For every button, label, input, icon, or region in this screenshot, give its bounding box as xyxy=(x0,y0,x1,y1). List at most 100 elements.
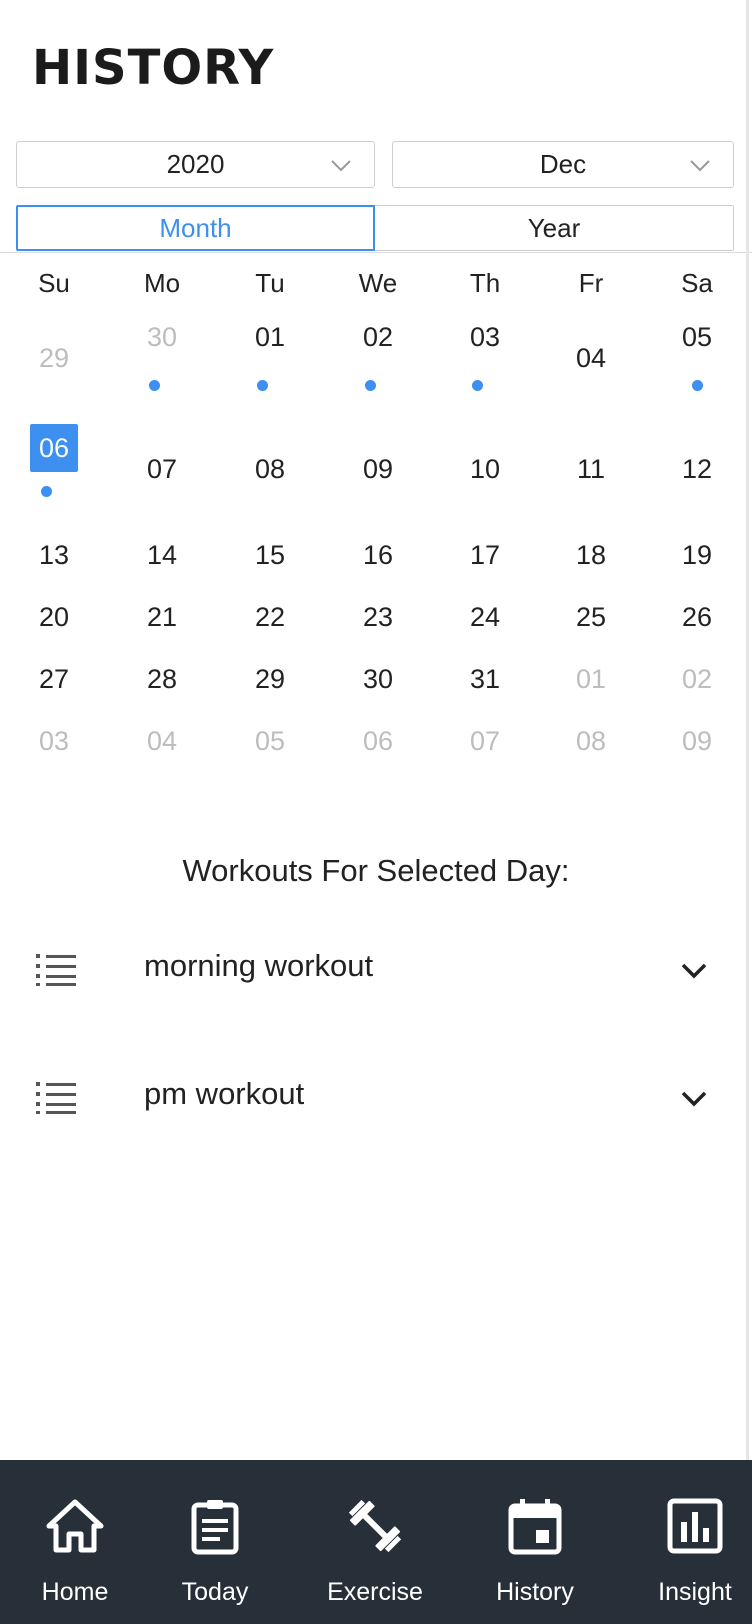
year-select[interactable]: 2020 xyxy=(16,141,375,188)
calendar-day[interactable]: 12 xyxy=(643,454,751,485)
tab-insight[interactable]: Insight xyxy=(620,1460,752,1624)
calendar-day-number: 02 xyxy=(681,664,713,694)
calendar-day-number: 01 xyxy=(254,322,286,352)
workout-label: pm workout xyxy=(144,1076,305,1111)
calendar-day-number: 29 xyxy=(38,343,70,373)
calendar-day[interactable]: 24 xyxy=(431,602,539,633)
calendar-day[interactable]: 26 xyxy=(643,602,751,633)
month-select[interactable]: Dec xyxy=(392,141,734,188)
tab-home[interactable]: Home xyxy=(0,1460,150,1624)
divider xyxy=(0,252,752,253)
calendar-day[interactable]: 28 xyxy=(108,664,216,695)
calendar-day[interactable]: 29 xyxy=(0,343,108,374)
calendar-icon xyxy=(508,1499,562,1555)
calendar-day[interactable]: 13 xyxy=(0,540,108,571)
calendar-day[interactable]: 27 xyxy=(0,664,108,695)
calendar-day[interactable]: 03 xyxy=(0,726,108,757)
workout-item[interactable]: pm workout xyxy=(0,1058,752,1138)
calendar-day-number: 21 xyxy=(146,602,178,632)
calendar-day[interactable]: 05 xyxy=(216,726,324,757)
workout-indicator-dot xyxy=(365,380,376,391)
weekday-header: Th xyxy=(469,268,501,298)
calendar-day-number: 30 xyxy=(362,664,394,694)
workout-indicator-dot xyxy=(472,380,483,391)
calendar-day-number: 17 xyxy=(469,540,501,570)
calendar-day-number: 08 xyxy=(254,454,286,484)
tab-today[interactable]: Today xyxy=(140,1460,290,1624)
calendar-day[interactable]: 03 xyxy=(431,322,539,353)
calendar-day[interactable]: 30 xyxy=(324,664,432,695)
workout-item[interactable]: morning workout xyxy=(0,930,752,1010)
calendar-day-number: 01 xyxy=(575,664,607,694)
calendar-day[interactable]: 15 xyxy=(216,540,324,571)
calendar-day[interactable]: 31 xyxy=(431,664,539,695)
calendar-day-number: 05 xyxy=(254,726,286,756)
calendar-day-number: 19 xyxy=(681,540,713,570)
calendar-day[interactable]: 21 xyxy=(108,602,216,633)
calendar-day-number: 09 xyxy=(681,726,713,756)
calendar-day-number: 05 xyxy=(681,322,713,352)
workout-label: morning workout xyxy=(144,948,374,983)
calendar-day-number: 25 xyxy=(575,602,607,632)
calendar-day[interactable]: 23 xyxy=(324,602,432,633)
calendar-day-number: 26 xyxy=(681,602,713,632)
calendar-day[interactable]: 18 xyxy=(537,540,645,571)
calendar-day[interactable]: 06 xyxy=(324,726,432,757)
calendar-day-number: 06 xyxy=(362,726,394,756)
year-view-toggle[interactable]: Year xyxy=(375,205,734,251)
calendar-day[interactable]: 07 xyxy=(108,454,216,485)
tab-history[interactable]: History xyxy=(460,1460,610,1624)
weekday-header: Fr xyxy=(578,268,604,298)
tab-exercise[interactable]: Exercise xyxy=(300,1460,450,1624)
calendar-day[interactable]: 10 xyxy=(431,454,539,485)
tab-label: History xyxy=(496,1578,574,1606)
chevron-down-icon[interactable] xyxy=(679,956,709,986)
calendar-day[interactable]: 02 xyxy=(324,322,432,353)
home-icon xyxy=(46,1499,104,1553)
tab-label: Insight xyxy=(658,1578,732,1606)
bottom-tab-bar: Home Today Exercise History Insight xyxy=(0,1460,752,1624)
calendar-day-number: 23 xyxy=(362,602,394,632)
calendar-day[interactable]: 19 xyxy=(643,540,751,571)
chevron-down-icon[interactable] xyxy=(679,1084,709,1114)
calendar-day[interactable]: 09 xyxy=(324,454,432,485)
workout-indicator-dot xyxy=(257,380,268,391)
calendar-day-number: 20 xyxy=(38,602,70,632)
calendar-day[interactable]: 20 xyxy=(0,602,108,633)
calendar-day[interactable]: 25 xyxy=(537,602,645,633)
calendar-day[interactable]: 08 xyxy=(216,454,324,485)
calendar-day[interactable]: 08 xyxy=(537,726,645,757)
calendar-day[interactable]: 05 xyxy=(643,322,751,353)
calendar-day[interactable]: 11 xyxy=(537,454,645,485)
weekday-header: Su xyxy=(38,268,70,298)
calendar-day[interactable]: 16 xyxy=(324,540,432,571)
calendar-day-number: 27 xyxy=(38,664,70,694)
calendar-day[interactable]: 30 xyxy=(108,322,216,353)
workouts-heading: Workouts For Selected Day: xyxy=(182,853,570,888)
calendar-day-number: 10 xyxy=(469,454,501,484)
weekday-header: Sa xyxy=(681,268,713,298)
month-select-value: Dec xyxy=(539,149,587,179)
calendar-day-selected[interactable]: 06 xyxy=(0,424,108,472)
calendar-day[interactable]: 04 xyxy=(537,343,645,374)
calendar-day[interactable]: 04 xyxy=(108,726,216,757)
calendar-day-number: 11 xyxy=(576,454,606,484)
workout-indicator-dot xyxy=(149,380,160,391)
calendar-day-number: 03 xyxy=(38,726,70,756)
calendar-day[interactable]: 17 xyxy=(431,540,539,571)
chevron-down-icon xyxy=(690,160,710,172)
workout-indicator-dot xyxy=(41,486,52,497)
calendar-day[interactable]: 02 xyxy=(643,664,751,695)
calendar-day[interactable]: 09 xyxy=(643,726,751,757)
calendar-day[interactable]: 07 xyxy=(431,726,539,757)
month-view-toggle[interactable]: Month xyxy=(16,205,375,251)
list-icon xyxy=(36,954,76,986)
weekday-header: Tu xyxy=(255,268,285,298)
calendar-day[interactable]: 29 xyxy=(216,664,324,695)
calendar-day[interactable]: 01 xyxy=(216,322,324,353)
calendar-day[interactable]: 22 xyxy=(216,602,324,633)
calendar-day[interactable]: 14 xyxy=(108,540,216,571)
calendar-day[interactable]: 01 xyxy=(537,664,645,695)
calendar-day-number: 29 xyxy=(254,664,286,694)
calendar-day-number: 22 xyxy=(254,602,286,632)
